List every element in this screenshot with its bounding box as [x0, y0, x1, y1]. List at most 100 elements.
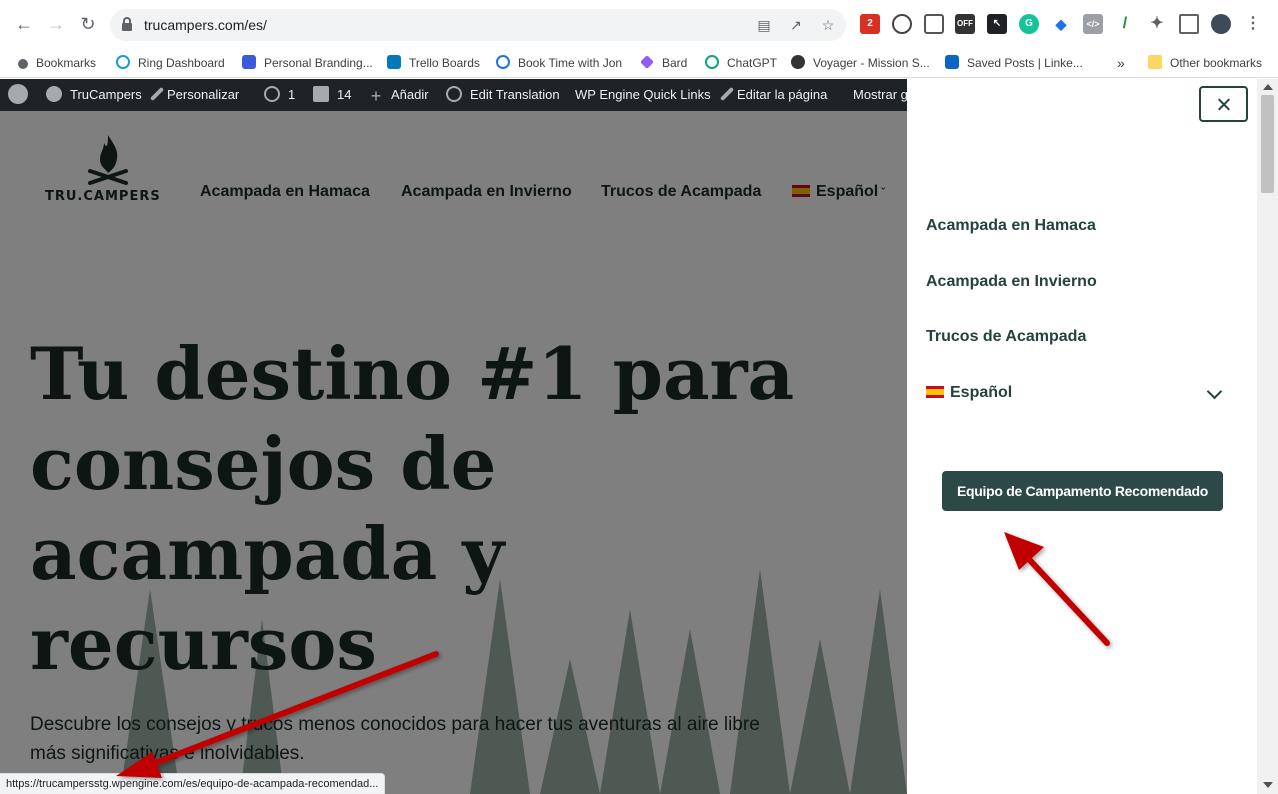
profile-avatar[interactable] — [1211, 14, 1231, 34]
sidebar-icon[interactable] — [1179, 14, 1199, 34]
wp-admin-bar: TruCampers Personalizar 1 14 + Añadir Edi… — [0, 79, 908, 111]
admin-site-link[interactable]: TruCampers — [46, 79, 142, 111]
other-bookmarks[interactable]: Other bookmarks — [1148, 54, 1262, 72]
browser-toolbar: ← → ↻ trucampers.com/es/ ▤ ↗ ☆ 2 OFF ↖ G… — [0, 0, 1278, 48]
bookmark-item[interactable]: Ring Dashboard — [116, 54, 225, 72]
bookmark-item[interactable]: Bard — [640, 54, 687, 72]
forward-icon[interactable]: → — [44, 12, 68, 36]
wordpress-logo-icon[interactable] — [8, 79, 36, 111]
admin-customize-link[interactable]: Personalizar — [149, 79, 240, 111]
share-icon[interactable]: ↗ — [786, 15, 806, 35]
admin-new-link[interactable]: + Añadir — [369, 79, 429, 111]
extension-off-icon[interactable]: OFF — [955, 14, 975, 34]
calendar-icon — [496, 55, 510, 69]
bookmark-label: Personal Branding... — [264, 56, 373, 70]
updates-icon — [264, 86, 280, 102]
bookmark-star-icon[interactable]: ☆ — [818, 15, 838, 35]
ring-icon — [116, 55, 130, 69]
lock-icon[interactable] — [122, 17, 132, 31]
trello-icon — [387, 55, 401, 69]
close-menu-button[interactable] — [1199, 86, 1248, 122]
admin-updates-count: 1 — [288, 87, 296, 102]
menu-item-language[interactable]: Español — [926, 384, 1012, 402]
menu-language-label: Español — [950, 384, 1013, 401]
location-extension-icon[interactable]: ◆ — [1051, 14, 1071, 34]
reload-icon[interactable]: ↻ — [76, 12, 100, 36]
bookmark-item[interactable]: Personal Branding... — [242, 54, 373, 72]
bookmark-label: Voyager - Mission S... — [813, 56, 930, 70]
puzzle-icon[interactable]: ✦ — [1147, 14, 1167, 34]
voyager-icon — [791, 55, 805, 69]
bookmark-item[interactable]: Voyager - Mission S... — [791, 54, 930, 72]
bookmark-label: Bard — [662, 56, 688, 70]
comment-icon — [313, 86, 329, 102]
folder-icon — [1148, 55, 1162, 69]
back-icon[interactable]: ← — [12, 12, 36, 36]
bookmarks-bar: Bookmarks Ring Dashboard Personal Brandi… — [0, 48, 1278, 78]
plus-icon: + — [370, 86, 382, 106]
translate-icon — [446, 86, 462, 102]
menu-item-trucos[interactable]: Trucos de Acampada — [926, 328, 1086, 346]
bookmark-item[interactable]: Bookmarks — [18, 54, 96, 72]
qr-code-icon[interactable] — [924, 14, 944, 34]
admin-site-label: TruCampers — [70, 87, 142, 102]
bookmark-label: Bookmarks — [36, 56, 97, 70]
recommended-gear-button[interactable]: Equipo de Campamento Recomendado — [942, 471, 1223, 511]
grammarly-icon[interactable]: G — [1019, 14, 1039, 34]
admin-comments-link[interactable]: 14 — [313, 79, 351, 111]
cursor-extension-icon[interactable]: ↖ — [987, 14, 1007, 34]
extension-badge-count: 2 — [867, 18, 873, 29]
admin-edit-translation-link[interactable]: Edit Translation — [446, 79, 560, 111]
bookmark-item[interactable]: Saved Posts | Linke... — [945, 54, 1083, 72]
chevron-down-icon[interactable] — [1206, 383, 1223, 400]
bookmark-label: Book Time with Jon — [518, 56, 623, 70]
admin-edit-page-label: Editar la página — [737, 87, 828, 102]
pencil-icon — [719, 86, 735, 102]
admin-updates-link[interactable]: 1 — [264, 79, 295, 111]
bookmark-label: ChatGPT — [727, 56, 778, 70]
bookmark-item[interactable]: Trello Boards — [387, 54, 480, 72]
admin-new-label: Añadir — [391, 87, 429, 102]
chatgpt-icon — [705, 55, 719, 69]
menu-item-hamaca[interactable]: Acampada en Hamaca — [926, 217, 1096, 235]
menu-backdrop-overlay[interactable] — [0, 111, 907, 794]
menu-kebab-icon[interactable]: ⋮ — [1243, 14, 1263, 34]
extension-c-icon[interactable] — [892, 14, 912, 34]
spain-flag-icon — [926, 386, 944, 398]
bookmark-item[interactable]: Book Time with Jon — [496, 54, 622, 72]
admin-edit-translation-label: Edit Translation — [470, 87, 560, 102]
admin-show-link[interactable]: Mostrar g — [853, 79, 908, 111]
brush-icon — [149, 86, 165, 102]
scroll-up-arrow-icon[interactable] — [1263, 84, 1273, 90]
scroll-down-arrow-icon[interactable] — [1263, 782, 1273, 788]
address-bar[interactable]: trucampers.com/es/ ▤ ↗ ☆ — [110, 9, 846, 41]
bookmarks-overflow-button[interactable]: » — [1117, 54, 1125, 72]
bookmark-label: Saved Posts | Linke... — [967, 56, 1083, 70]
admin-wp-engine-link[interactable]: WP Engine Quick Links — [575, 79, 711, 111]
bookmark-item[interactable]: ChatGPT — [705, 54, 777, 72]
bookmark-label: Trello Boards — [409, 56, 480, 70]
site-content: TruCampers Personalizar 1 14 + Añadir Edi… — [0, 79, 908, 794]
page-scrollbar[interactable] — [1257, 79, 1278, 794]
extension-off-label: OFF — [957, 19, 973, 28]
code-extension-icon[interactable]: </> — [1083, 14, 1103, 34]
menu-item-invierno[interactable]: Acampada en Invierno — [926, 273, 1097, 291]
bard-icon — [640, 55, 654, 69]
admin-edit-page-link[interactable]: Editar la página — [719, 79, 828, 111]
page-viewport: TruCampers Personalizar 1 14 + Añadir Edi… — [0, 79, 1278, 794]
translate-icon[interactable]: ▤ — [754, 15, 774, 35]
admin-customize-label: Personalizar — [167, 87, 240, 102]
extension-badge-icon[interactable]: 2 — [860, 14, 880, 34]
mobile-menu-panel: Acampada en Hamaca Acampada en Invierno … — [907, 79, 1257, 794]
bookmark-label: Ring Dashboard — [138, 56, 225, 70]
home-icon — [46, 86, 62, 102]
star-icon — [18, 59, 28, 69]
pen-extension-icon[interactable]: / — [1115, 14, 1135, 34]
scroll-thumb[interactable] — [1261, 95, 1274, 193]
link-status-bubble: https://trucampersstg.wpengine.com/es/eq… — [0, 773, 386, 794]
url-text[interactable]: trucampers.com/es/ — [144, 17, 267, 33]
linkedin-icon — [945, 55, 959, 69]
admin-comments-count: 14 — [337, 87, 352, 102]
branding-icon — [242, 55, 256, 69]
other-bookmarks-label: Other bookmarks — [1170, 56, 1263, 70]
